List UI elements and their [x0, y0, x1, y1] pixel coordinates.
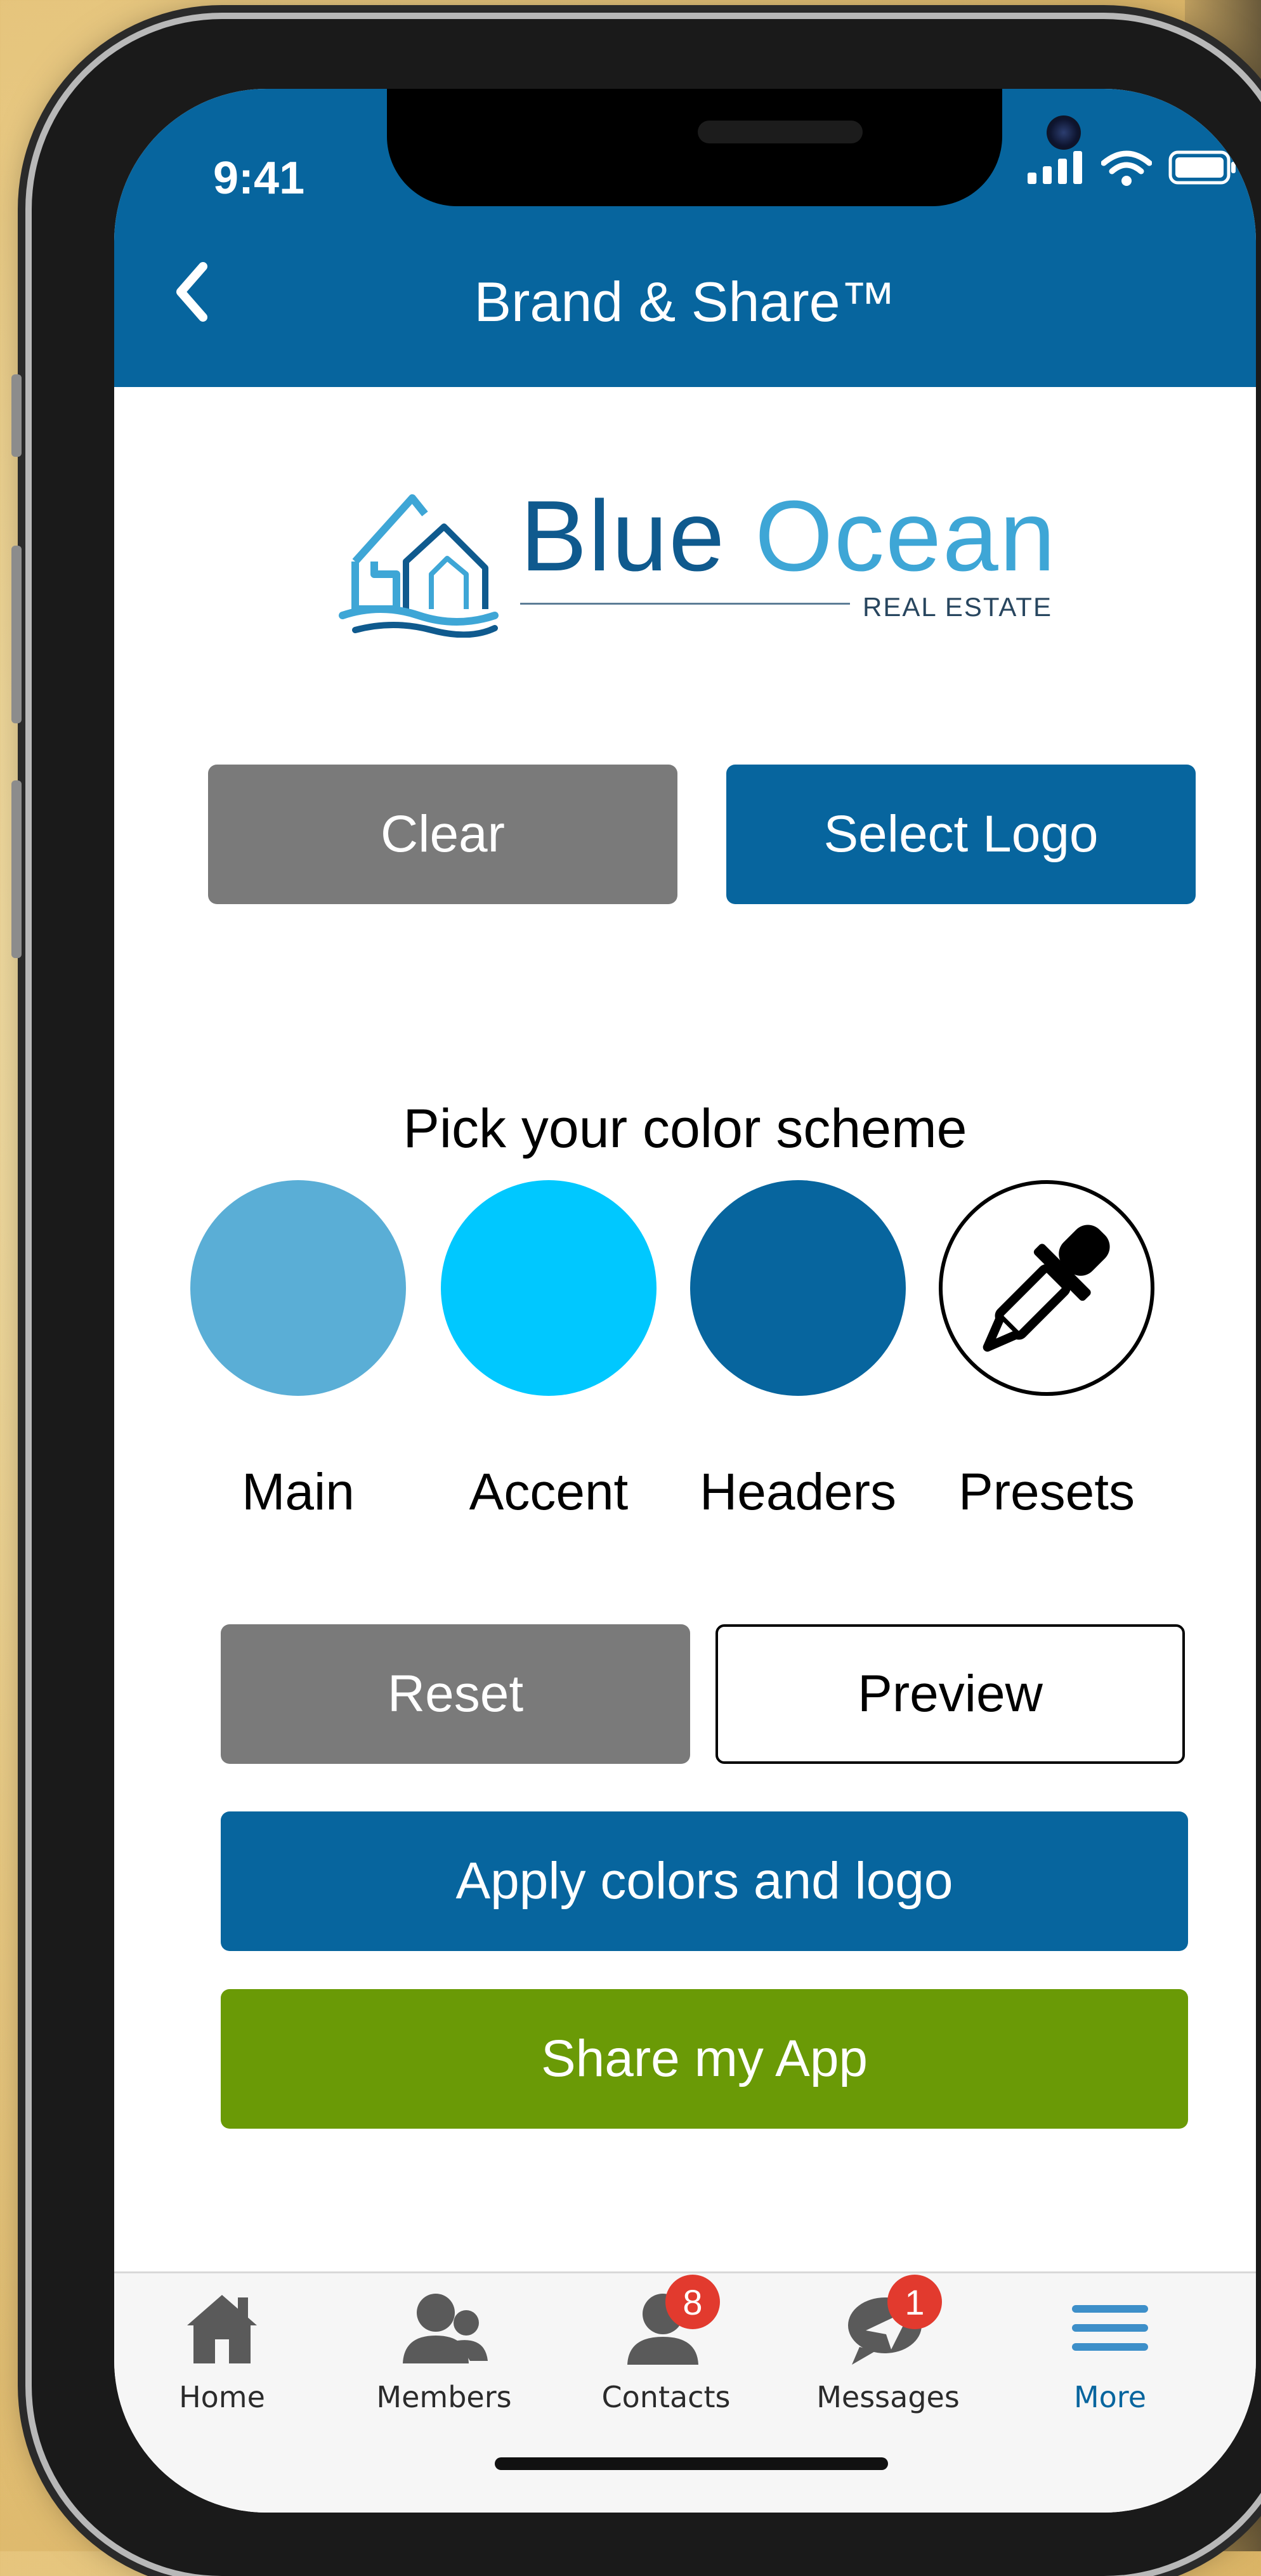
- messages-badge: 1: [887, 2275, 942, 2329]
- battery-icon: [1168, 150, 1236, 185]
- select-logo-button[interactable]: Select Logo: [726, 765, 1196, 904]
- apply-colors-button[interactable]: Apply colors and logo: [221, 1811, 1188, 1951]
- presets-swatch[interactable]: [939, 1180, 1154, 1396]
- volume-down-button: [11, 780, 22, 958]
- tab-messages-label: Messages: [816, 2380, 960, 2414]
- phone-notch: [387, 89, 1081, 206]
- logo-subtitle: REAL ESTATE: [863, 592, 1052, 622]
- menu-icon: [1062, 2286, 1158, 2369]
- home-indicator[interactable]: [495, 2457, 888, 2470]
- home-icon: [174, 2286, 270, 2369]
- messages-icon: 1: [840, 2275, 942, 2369]
- headers-color-swatch[interactable]: [690, 1180, 906, 1396]
- main-color-swatch[interactable]: [190, 1180, 406, 1396]
- presets-swatch-label: Presets: [958, 1463, 1135, 1521]
- bottom-tab-bar: Home Members 8 Contacts 1 Messages More: [114, 2271, 1256, 2513]
- tab-more-label: More: [1073, 2380, 1147, 2414]
- mute-switch: [11, 374, 22, 457]
- tab-messages[interactable]: 1 Messages: [780, 2275, 996, 2426]
- tab-more[interactable]: More: [1002, 2286, 1218, 2426]
- contacts-badge: 8: [665, 2275, 720, 2329]
- logo-word-ocean: Ocean: [755, 480, 1057, 592]
- brand-logo: Blue Ocean REAL ESTATE: [336, 479, 1072, 638]
- tab-contacts-label: Contacts: [601, 2380, 731, 2414]
- phone-frame: 9:41 Brand & Share™ Blue Ocean REAL ESTA…: [11, 19, 1261, 2576]
- signal-icon: [1028, 151, 1082, 184]
- house-wave-logo-icon: [339, 494, 499, 638]
- page-title: Brand & Share™: [474, 270, 896, 333]
- contacts-icon: 8: [618, 2275, 720, 2369]
- members-icon: [396, 2286, 492, 2369]
- tab-home-label: Home: [179, 2380, 265, 2414]
- reset-button[interactable]: Reset: [221, 1624, 690, 1764]
- status-icons: [1028, 149, 1238, 186]
- logo-wordmark: Blue Ocean: [520, 479, 1057, 594]
- volume-up-button: [11, 546, 22, 723]
- accent-color-swatch[interactable]: [441, 1180, 657, 1396]
- headers-swatch-label: Headers: [700, 1463, 896, 1521]
- status-time: 9:41: [213, 153, 305, 204]
- logo-word-blue: Blue: [520, 480, 726, 592]
- tab-contacts[interactable]: 8 Contacts: [558, 2275, 774, 2426]
- front-camera: [1047, 115, 1081, 150]
- color-scheme-heading: Pick your color scheme: [403, 1098, 967, 1159]
- app-screen: 9:41 Brand & Share™ Blue Ocean REAL ESTA…: [114, 89, 1256, 2513]
- earpiece: [698, 121, 863, 143]
- accent-swatch-label: Accent: [469, 1463, 629, 1521]
- logo-divider: [520, 603, 850, 605]
- main-swatch-label: Main: [242, 1463, 355, 1521]
- clear-button[interactable]: Clear: [208, 765, 677, 904]
- wifi-icon: [1101, 150, 1152, 186]
- tab-members[interactable]: Members: [336, 2286, 552, 2426]
- tab-home[interactable]: Home: [114, 2286, 330, 2426]
- preview-button[interactable]: Preview: [715, 1624, 1185, 1764]
- eyedropper-icon: [983, 1225, 1110, 1352]
- share-app-button[interactable]: Share my App: [221, 1989, 1188, 2129]
- tab-members-label: Members: [376, 2380, 512, 2414]
